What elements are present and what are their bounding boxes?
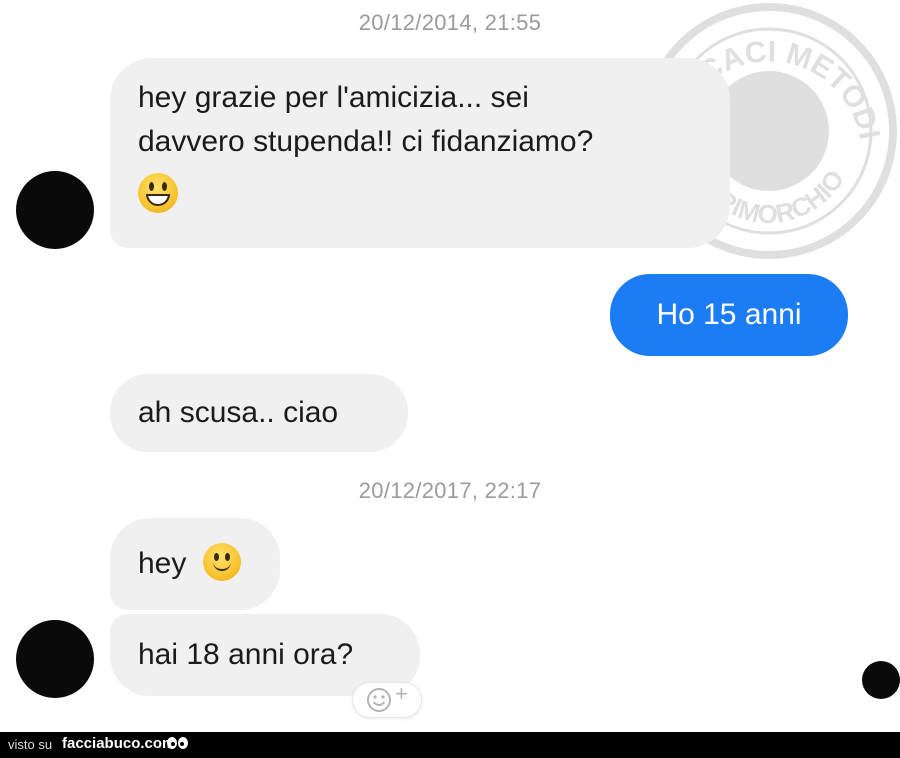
timestamp: 20/12/2014, 21:55 (358, 10, 542, 35)
footer-prefix: visto su (8, 737, 53, 752)
message-text: hey (138, 547, 187, 580)
message-text: ah scusa.. ciao (138, 396, 339, 429)
eyes-icon (167, 737, 188, 749)
avatar[interactable] (16, 171, 94, 249)
footer-site-link[interactable]: facciabuco.com (62, 735, 175, 752)
outgoing-message[interactable]: Ho 15 anni (610, 274, 848, 356)
footer-bar: visto su facciabuco.com (0, 732, 900, 758)
slightly-smiling-face-emoji-icon (202, 543, 241, 582)
message-text: hai 18 anni ora? (138, 638, 354, 671)
smiley-icon (367, 688, 391, 712)
avatar[interactable] (16, 620, 94, 698)
read-receipt-avatar (862, 661, 900, 699)
message-text-line: hey grazie per l'amicizia... sei (138, 81, 529, 114)
incoming-message[interactable]: hey (110, 518, 280, 610)
plus-icon: + (395, 681, 408, 706)
grinning-face-emoji-icon (138, 173, 178, 214)
add-reaction-button[interactable]: + (352, 681, 422, 718)
incoming-message[interactable]: ah scusa.. ciao (110, 374, 408, 452)
message-text: Ho 15 anni (656, 298, 802, 331)
incoming-message[interactable]: hey grazie per l'amicizia... sei davvero… (110, 58, 730, 248)
timestamp: 20/12/2017, 22:17 (358, 478, 542, 503)
message-text-line: davvero stupenda!! ci fidanziamo? (138, 125, 594, 158)
